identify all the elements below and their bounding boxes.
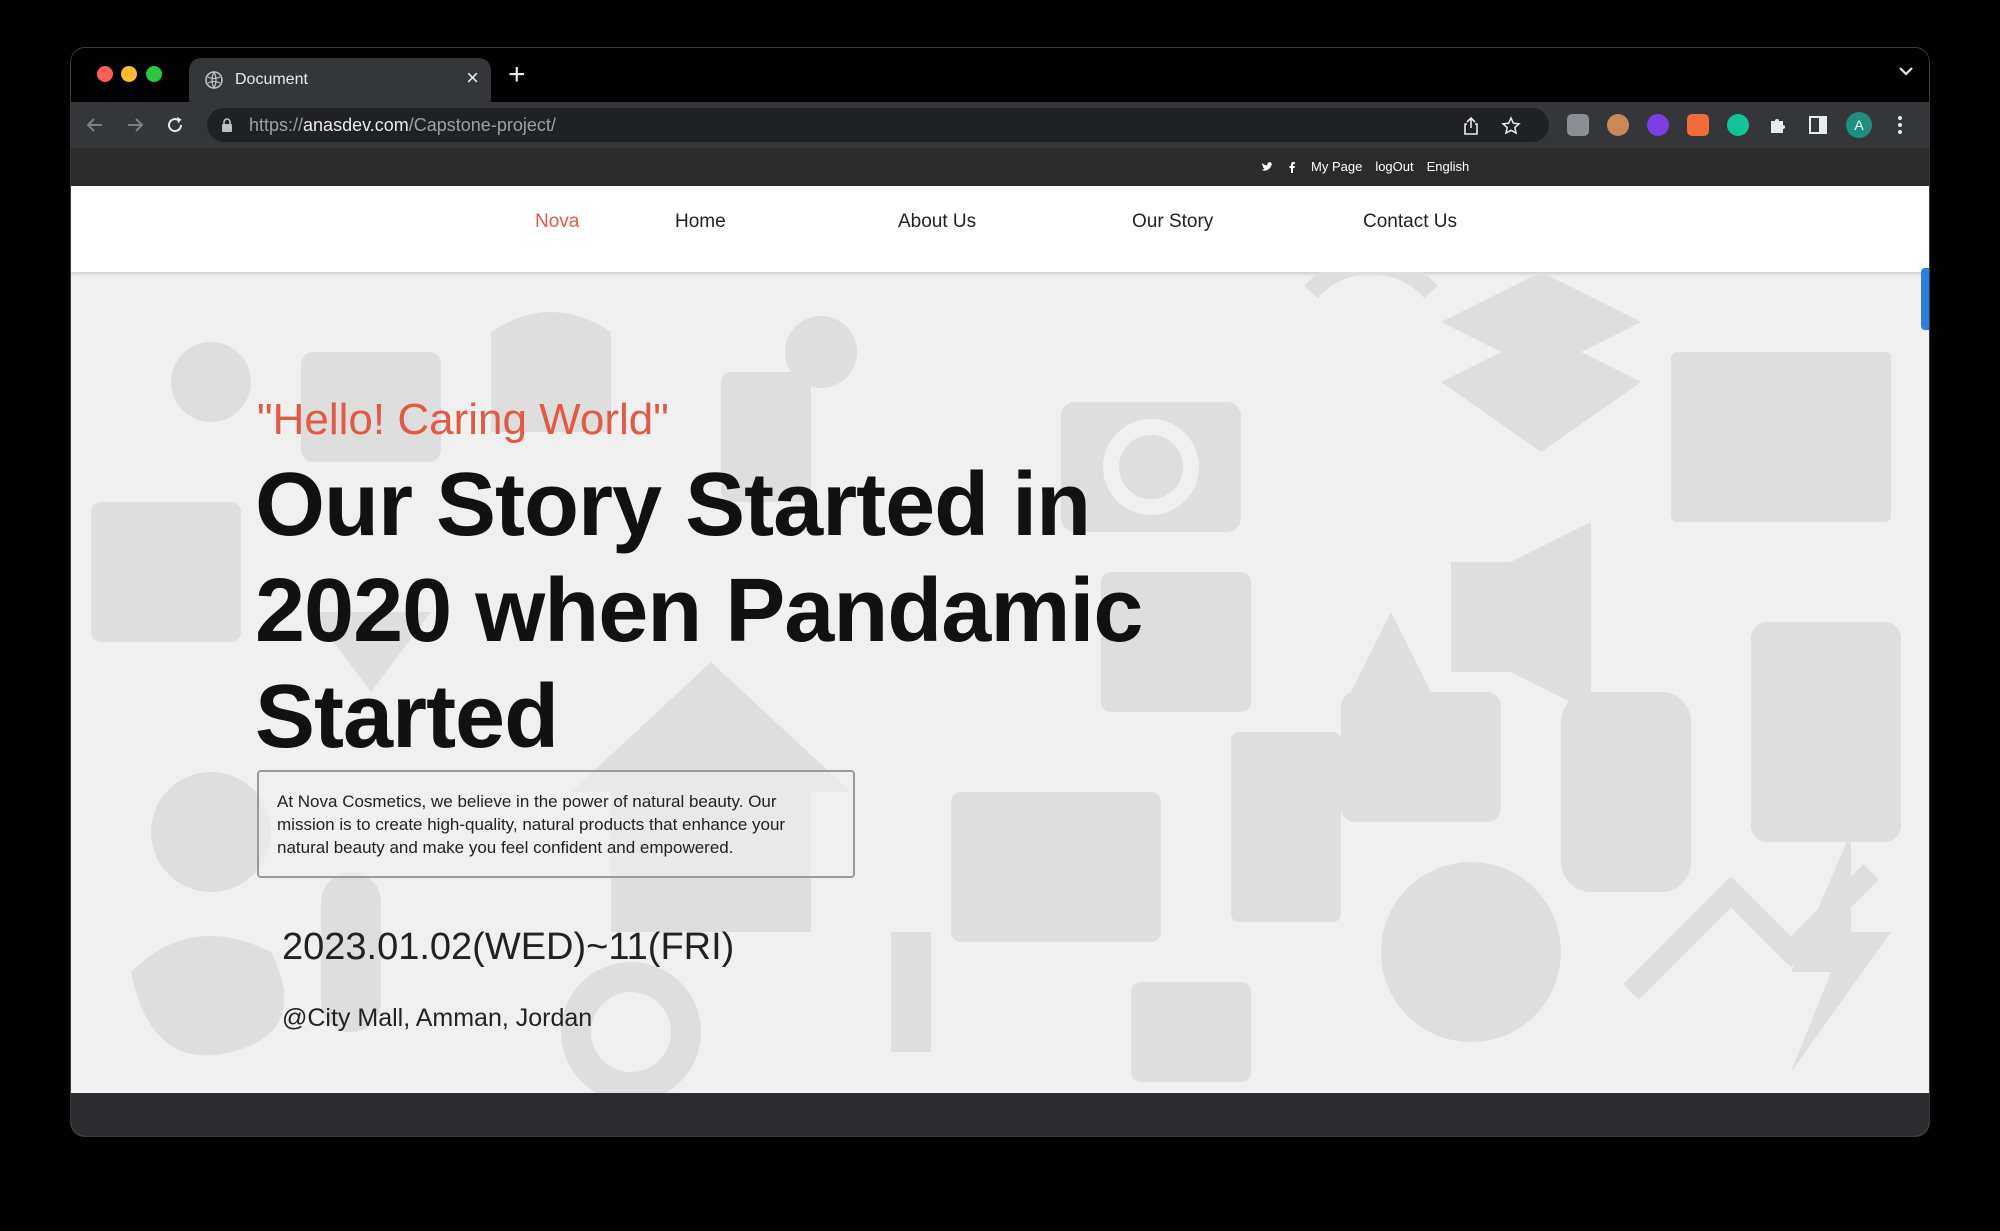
- new-tab-icon[interactable]: +: [508, 60, 526, 90]
- sidebar-icon[interactable]: [1807, 114, 1829, 136]
- site-top-bar: My Page logOut English: [71, 148, 1929, 186]
- main-navbar: Nova Home About Us Our Story Contact Us: [71, 186, 1929, 330]
- grammarly-icon[interactable]: [1727, 114, 1749, 136]
- extension-icon[interactable]: [1567, 114, 1589, 136]
- extension-w-icon[interactable]: [1647, 114, 1669, 136]
- mission-text: At Nova Cosmetics, we believe in the pow…: [277, 792, 786, 857]
- forward-icon[interactable]: [125, 115, 145, 135]
- close-tab-icon[interactable]: ×: [466, 67, 479, 89]
- back-icon[interactable]: [85, 115, 105, 135]
- close-window-button[interactable]: [97, 66, 113, 82]
- tab-title: Document: [235, 71, 308, 88]
- event-location: @City Mall, Amman, Jordan: [282, 1004, 593, 1032]
- nav-item-our-story[interactable]: Our Story: [1132, 211, 1213, 233]
- language-link[interactable]: English: [1427, 159, 1470, 174]
- globe-icon: [205, 71, 223, 89]
- mission-box: At Nova Cosmetics, we believe in the pow…: [257, 770, 855, 878]
- extension-owl-icon[interactable]: [1607, 114, 1629, 136]
- hero-section: "Hello! Caring World" Our Story Started …: [71, 272, 1929, 1093]
- nav-item-about-us[interactable]: About Us: [898, 211, 976, 233]
- page-viewport: My Page logOut English Nova Home About U…: [71, 148, 1929, 1136]
- lock-icon: [222, 118, 232, 132]
- headline-line-2: 2020 when Pandamic: [255, 561, 1143, 661]
- share-icon[interactable]: [1461, 116, 1481, 136]
- hero-tagline: "Hello! Caring World": [257, 395, 669, 444]
- maximize-window-button[interactable]: [146, 66, 162, 82]
- hero-headline: Our Story Started in 2020 when Pandamic …: [255, 452, 1155, 770]
- tab-strip: Document × +: [71, 48, 1929, 102]
- extension-flag-icon[interactable]: [1687, 114, 1709, 136]
- event-date: 2023.01.02(WED)~11(FRI): [282, 926, 735, 968]
- browser-window: Document × + https://anasdev.com/Capston…: [71, 48, 1929, 1136]
- tab-document[interactable]: Document ×: [189, 58, 491, 102]
- profile-avatar[interactable]: A: [1846, 112, 1872, 138]
- facebook-icon[interactable]: [1286, 161, 1298, 173]
- nav-item-home[interactable]: Home: [675, 211, 726, 233]
- nav-item-contact-us[interactable]: Contact Us: [1363, 211, 1457, 233]
- bookmark-star-icon[interactable]: [1501, 116, 1521, 136]
- address-bar[interactable]: https://anasdev.com/Capstone-project/: [207, 108, 1549, 142]
- minimize-window-button[interactable]: [121, 66, 137, 82]
- twitter-icon[interactable]: [1261, 161, 1273, 173]
- headline-line-1: Our Story Started in: [255, 455, 1091, 555]
- url-text: https://anasdev.com/Capstone-project/: [249, 115, 556, 135]
- chevron-down-icon[interactable]: [1897, 64, 1915, 78]
- footer-strip: [71, 1093, 1929, 1136]
- logout-link[interactable]: logOut: [1375, 159, 1413, 174]
- puzzle-icon[interactable]: [1767, 114, 1789, 136]
- reload-icon[interactable]: [165, 115, 185, 135]
- browser-toolbar: https://anasdev.com/Capstone-project/ A: [71, 102, 1929, 148]
- headline-line-3: Started: [255, 667, 559, 767]
- my-page-link[interactable]: My Page: [1311, 159, 1362, 174]
- more-vertical-icon[interactable]: [1889, 114, 1911, 136]
- nav-brand-nova[interactable]: Nova: [535, 211, 579, 233]
